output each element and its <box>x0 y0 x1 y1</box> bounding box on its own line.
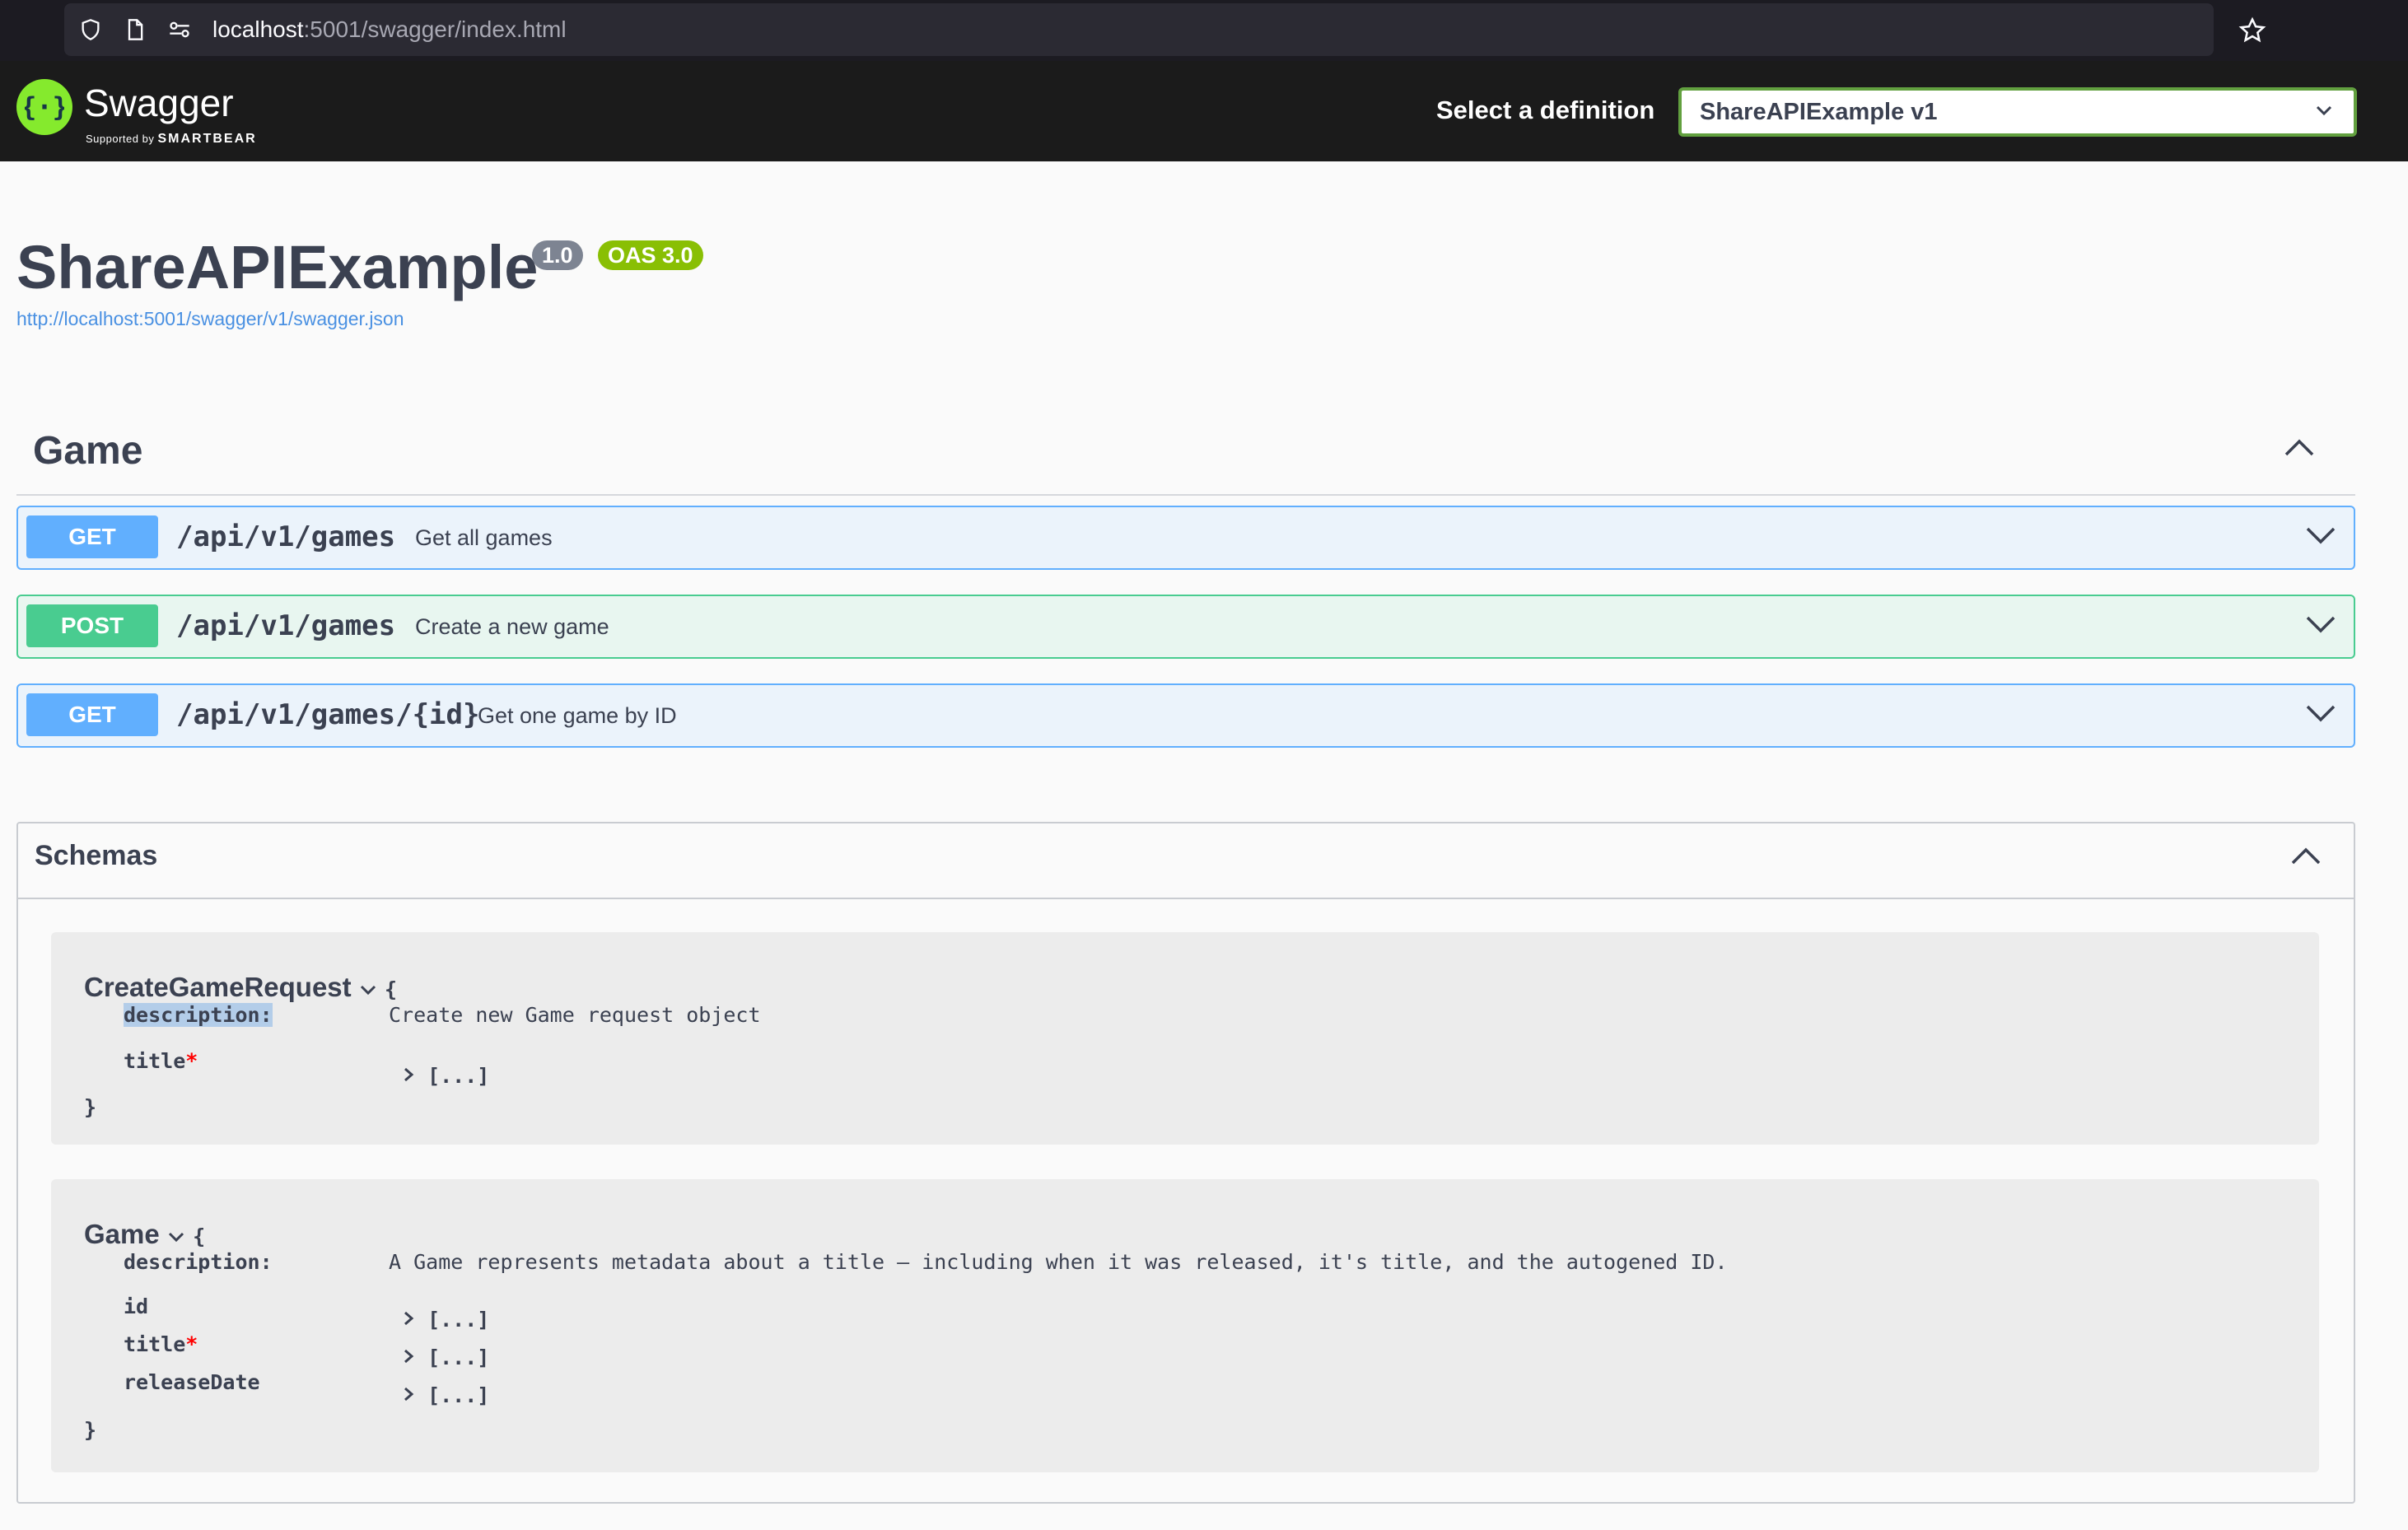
property-title: title* <box>124 1332 198 1356</box>
property-id: id <box>124 1294 149 1318</box>
property-expander[interactable]: [...] <box>402 1064 489 1088</box>
property-expander[interactable]: [...] <box>402 1383 489 1407</box>
page-icon <box>128 19 143 40</box>
swagger-logo-text[interactable]: Swagger <box>84 81 234 125</box>
bookmark-star-icon[interactable] <box>2238 16 2266 44</box>
model-description: Create new Game request object <box>389 1003 761 1027</box>
model-create-game-request: CreateGameRequest { description: Create … <box>51 932 2319 1145</box>
model-name[interactable]: Game { <box>84 1219 205 1250</box>
operation-summary: Get one game by ID <box>478 703 677 728</box>
chevron-down-icon[interactable] <box>2304 614 2337 636</box>
operation-summary: Get all games <box>415 525 553 550</box>
oas-badge: OAS 3.0 <box>598 240 703 270</box>
chevron-right-icon <box>404 1311 414 1326</box>
property-release-date: releaseDate <box>124 1370 260 1394</box>
site-permissions-icon[interactable] <box>168 18 191 41</box>
url-text: localhost:5001/swagger/index.html <box>212 16 567 42</box>
chevron-down-icon[interactable] <box>2304 525 2337 547</box>
operation-path: /api/v1/games <box>176 520 396 553</box>
model-name[interactable]: CreateGameRequest { <box>84 972 397 1003</box>
operation-post-games[interactable]: POST /api/v1/games Create a new game <box>16 595 2355 659</box>
operation-get-game-by-id[interactable]: GET /api/v1/games/{id} Get one game by I… <box>16 683 2355 748</box>
svg-text:{·}: {·} <box>25 91 64 123</box>
description-key: description: <box>124 1003 273 1027</box>
logo-tagline: Supported by SMARTBEAR <box>86 132 257 146</box>
schemas-title: Schemas <box>35 840 158 871</box>
tag-name: Game <box>33 429 143 473</box>
property-expander[interactable]: [...] <box>402 1308 489 1332</box>
property-expander[interactable]: [...] <box>402 1346 489 1369</box>
api-title: ShareAPIExample <box>16 233 539 301</box>
swagger-topbar: {·} Swagger Supported by SMARTBEAR Selec… <box>0 61 2408 161</box>
chevron-up-icon <box>2284 439 2314 456</box>
chevron-down-icon[interactable] <box>359 983 377 996</box>
address-bar[interactable]: localhost:5001/swagger/index.html <box>64 3 2266 56</box>
close-brace: } <box>84 1095 97 1119</box>
chevron-down-icon[interactable] <box>2304 703 2337 725</box>
model-description: A Game represents metadata about a title… <box>389 1250 1728 1274</box>
swagger-logo-icon[interactable]: {·} <box>16 79 72 135</box>
shield-icon[interactable] <box>79 18 102 41</box>
schemas-header[interactable]: Schemas <box>18 823 2354 899</box>
operation-path: /api/v1/games/{id} <box>176 698 480 731</box>
chevron-right-icon <box>404 1387 414 1402</box>
version-badge: 1.0 <box>532 240 583 270</box>
definition-select-value: ShareAPIExample v1 <box>1700 99 1938 125</box>
description-key: description: <box>124 1250 273 1274</box>
method-badge: GET <box>26 693 158 736</box>
definition-select[interactable]: ShareAPIExample v1 <box>1678 87 2357 137</box>
swagger-json-link[interactable]: http://localhost:5001/swagger/v1/swagger… <box>16 308 404 330</box>
braces-icon: {·} <box>25 91 64 123</box>
browser-toolbar: localhost:5001/swagger/index.html <box>0 0 2408 61</box>
chevron-down-icon[interactable] <box>167 1230 185 1243</box>
operation-get-games[interactable]: GET /api/v1/games Get all games <box>16 506 2355 570</box>
chevron-right-icon <box>404 1067 414 1082</box>
chevron-down-icon <box>2316 105 2332 116</box>
chevron-right-icon <box>404 1349 414 1364</box>
schemas-section: Schemas CreateGameRequest { description:… <box>16 822 2355 1504</box>
tag-header-game[interactable]: Game <box>16 403 2355 496</box>
method-badge: GET <box>26 515 158 558</box>
chevron-up-icon <box>2291 847 2321 865</box>
method-badge: POST <box>26 604 158 647</box>
operation-summary: Create a new game <box>415 614 609 639</box>
close-brace: } <box>84 1418 97 1442</box>
operation-path: /api/v1/games <box>176 609 396 642</box>
definition-select-label: Select a definition <box>1436 96 1655 124</box>
model-game: Game { description: A Game represents me… <box>51 1179 2319 1472</box>
property-title: title* <box>124 1049 198 1073</box>
